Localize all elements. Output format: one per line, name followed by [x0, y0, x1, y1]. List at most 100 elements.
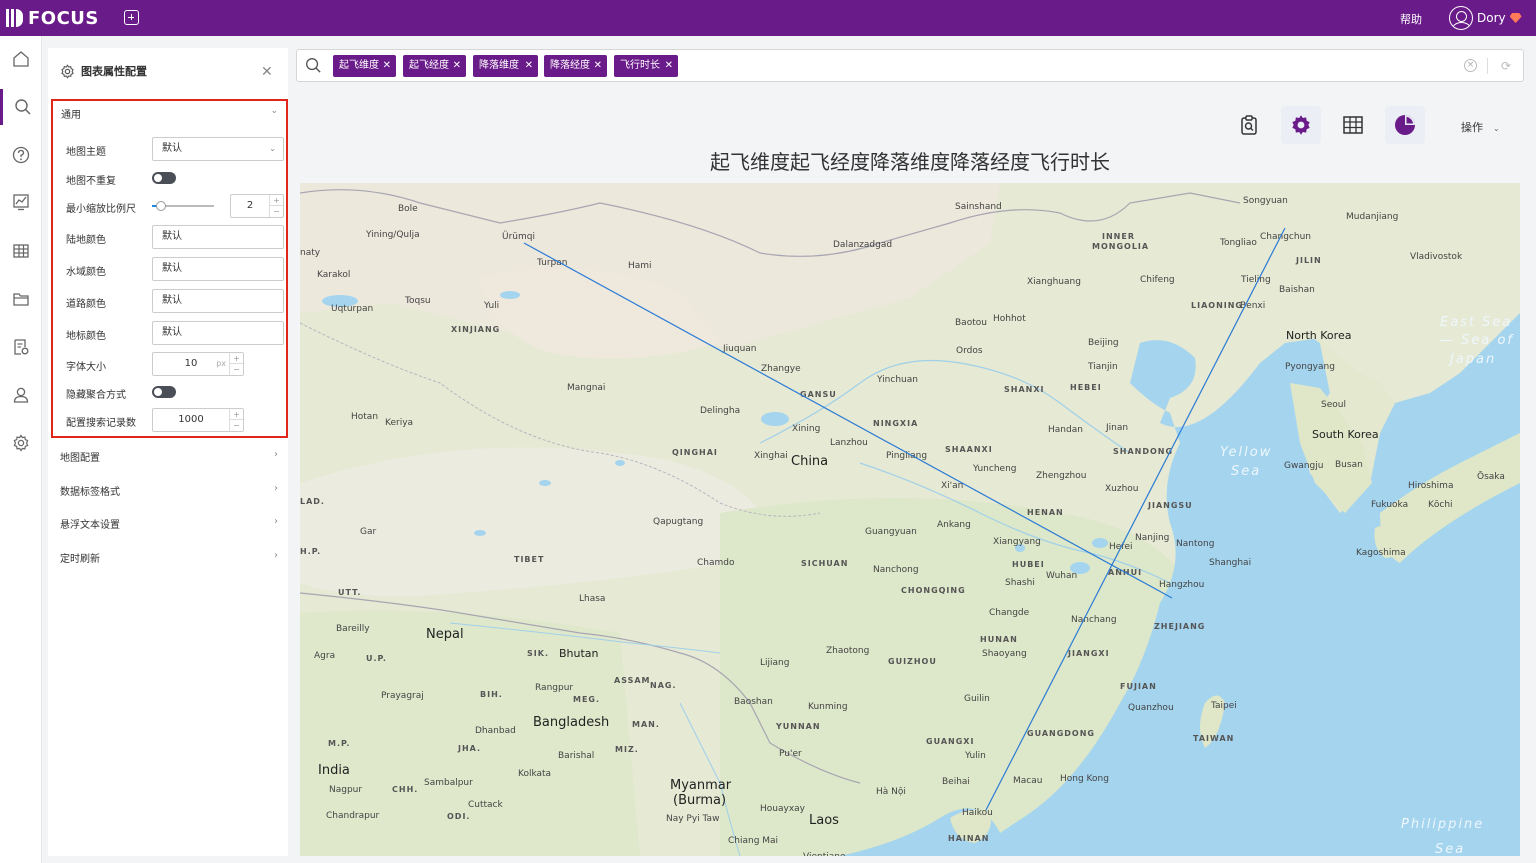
- refresh-icon[interactable]: ⟳: [1501, 59, 1511, 73]
- nav-users[interactable]: [0, 377, 42, 413]
- map-label: Yulin: [964, 751, 986, 761]
- map-label: ZHEJIANG: [1154, 622, 1205, 631]
- chart-type-button[interactable]: [1385, 106, 1425, 144]
- table-view-button[interactable]: [1333, 106, 1373, 144]
- map-label: LAD.: [300, 497, 325, 506]
- search-tag[interactable]: 起飞经度 ✕: [403, 55, 466, 77]
- decrement-icon[interactable]: −: [230, 364, 243, 375]
- nav-report[interactable]: [0, 329, 42, 365]
- clipboard-button[interactable]: [1229, 106, 1269, 144]
- map-label: Nagpur: [329, 785, 362, 795]
- theme-select[interactable]: 默认 ⌄: [152, 137, 284, 161]
- map-label: Hotan: [351, 412, 378, 422]
- map-label: SIK.: [527, 649, 549, 658]
- increment-icon[interactable]: +: [230, 409, 243, 420]
- operations-menu[interactable]: 操作 ⌄: [1461, 119, 1500, 135]
- map-label: Rangpur: [535, 683, 573, 693]
- map-label: — Sea of: [1440, 333, 1514, 348]
- poi-color-input[interactable]: 默认: [152, 321, 284, 345]
- map-label: Songyuan: [1243, 196, 1288, 206]
- font-size-stepper[interactable]: 10 px + −: [152, 352, 244, 376]
- search-tag[interactable]: 起飞维度 ✕: [333, 55, 396, 77]
- focus-logo[interactable]: FOCUS: [6, 7, 99, 29]
- hide-agg-toggle[interactable]: [152, 386, 176, 398]
- close-icon[interactable]: ✕: [594, 55, 602, 77]
- map-label: UTT.: [338, 588, 361, 597]
- no-repeat-label: 地图不重复: [66, 176, 116, 187]
- tag-label: 起飞经度: [409, 60, 449, 71]
- settings-button[interactable]: [1281, 106, 1321, 144]
- help-link[interactable]: 帮助: [1400, 11, 1422, 27]
- data-label-section[interactable]: 数据标签格式 ›: [60, 483, 280, 498]
- map-label: Changchun: [1260, 232, 1311, 242]
- map-label: East Sea: [1440, 315, 1512, 330]
- add-tab-icon[interactable]: [124, 10, 139, 25]
- search-bar[interactable]: 起飞维度 ✕ 起飞经度 ✕ 降落维度 ✕ 降落经度 ✕ 飞行时长 ✕ × ⟳: [296, 49, 1524, 82]
- map-label: Tongliao: [1219, 238, 1257, 248]
- map-label: Toqsu: [404, 296, 431, 306]
- map-canvas[interactable]: Songyuan Mudanjiang Sainshand Bole Yining/Qu…: [300, 183, 1520, 856]
- map-label: Bangladesh: [533, 715, 609, 730]
- nav-data[interactable]: [0, 233, 42, 269]
- map-config-section[interactable]: 地图配置 ›: [60, 449, 280, 464]
- clear-icon[interactable]: ×: [1464, 59, 1477, 72]
- map-chart[interactable]: Songyuan Mudanjiang Sainshand Bole Yining/Qu…: [300, 183, 1520, 856]
- search-tag[interactable]: 飞行时长 ✕: [614, 55, 678, 77]
- map-label: Guangyuan: [865, 527, 917, 537]
- map-label: Pyongyang: [1285, 362, 1335, 372]
- nav-dashboard[interactable]: [0, 184, 42, 220]
- nav-files[interactable]: [0, 281, 42, 317]
- table-icon: [1343, 116, 1363, 134]
- road-color-input[interactable]: 默认: [152, 289, 284, 313]
- map-label: HEBEI: [1070, 383, 1102, 392]
- close-icon[interactable]: ✕: [383, 55, 391, 77]
- search-tag[interactable]: 降落经度 ✕: [544, 55, 607, 77]
- nav-home[interactable]: [0, 41, 42, 77]
- close-icon[interactable]: ✕: [665, 55, 673, 77]
- map-label: FUJIAN: [1120, 682, 1157, 691]
- auto-refresh-section[interactable]: 定时刷新 ›: [60, 550, 280, 565]
- general-section: 通用 ⌄ 地图主题 默认 ⌄ 地图不重复 最小缩放比例尺 2 + − 陆地颜色 默…: [51, 99, 288, 438]
- general-section-title[interactable]: 通用: [61, 106, 81, 121]
- map-label: GUANGDONG: [1027, 729, 1095, 738]
- map-label: Busan: [1335, 460, 1363, 470]
- map-label: Lanzhou: [830, 438, 868, 448]
- theme-label: 地图主题: [66, 147, 106, 158]
- increment-icon[interactable]: +: [230, 353, 243, 364]
- search-tag[interactable]: 降落维度 ✕: [473, 55, 538, 77]
- tag-label: 起飞维度: [339, 60, 379, 71]
- map-label: BIH.: [480, 690, 503, 699]
- map-label: Lhasa: [579, 594, 605, 604]
- nav-settings[interactable]: [0, 425, 42, 461]
- decrement-icon[interactable]: −: [230, 420, 243, 431]
- land-color-input[interactable]: 默认: [152, 225, 284, 249]
- map-label: TAIWAN: [1193, 734, 1234, 743]
- water-color-input[interactable]: 默认: [152, 257, 284, 281]
- avatar: [1449, 6, 1473, 30]
- gear-icon: [1292, 115, 1310, 135]
- map-label: JILIN: [1295, 256, 1322, 265]
- search-count-stepper[interactable]: 1000 + −: [152, 408, 244, 432]
- nav-search[interactable]: [0, 89, 42, 125]
- map-label: GUIZHOU: [888, 657, 937, 666]
- top-bar: FOCUS 帮助 Dory: [0, 0, 1536, 36]
- decrement-icon[interactable]: −: [270, 206, 283, 217]
- chevron-down-icon[interactable]: ⌄: [270, 106, 278, 116]
- slider-handle[interactable]: [156, 201, 166, 211]
- close-icon[interactable]: ✕: [525, 55, 533, 77]
- min-zoom-stepper[interactable]: 2 + −: [230, 194, 284, 218]
- tooltip-section[interactable]: 悬浮文本设置 ›: [60, 516, 280, 531]
- user-menu[interactable]: Dory: [1449, 6, 1522, 30]
- map-label: Qapugtang: [653, 517, 703, 527]
- map-label: Hà Nội: [876, 786, 906, 797]
- nav-help[interactable]: [0, 137, 42, 173]
- map-label: Chamdo: [697, 558, 735, 568]
- map-label: Houayxay: [760, 804, 806, 814]
- no-repeat-toggle[interactable]: [152, 172, 176, 184]
- increment-icon[interactable]: +: [270, 195, 283, 206]
- min-zoom-value: 2: [246, 200, 254, 211]
- close-icon[interactable]: ✕: [453, 55, 461, 77]
- close-icon[interactable]: ✕: [261, 64, 273, 80]
- water-color-label: 水域颜色: [66, 267, 106, 278]
- chevron-down-icon: ⌄: [1493, 124, 1500, 133]
